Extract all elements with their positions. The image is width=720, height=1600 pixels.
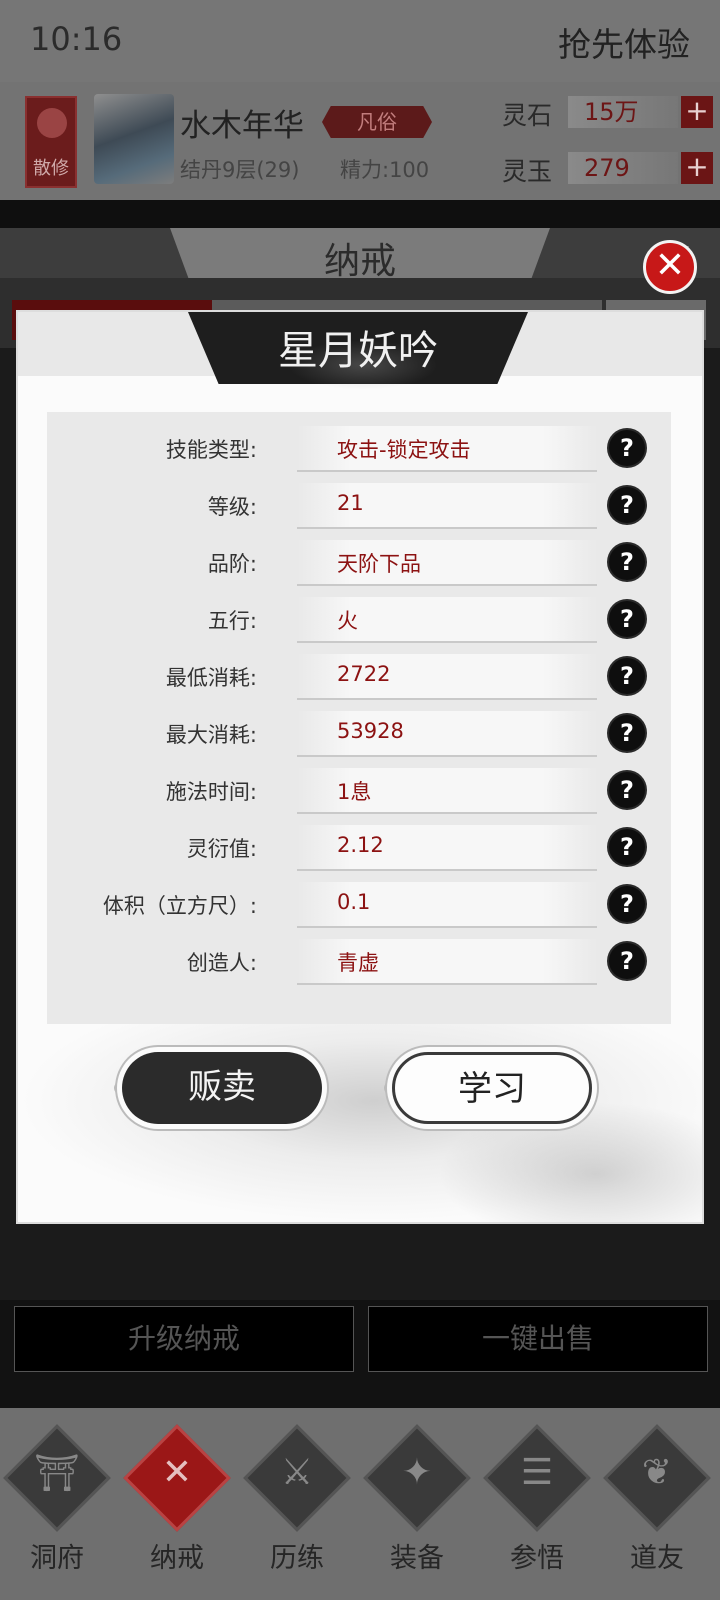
- property-value: 火: [337, 609, 358, 633]
- help-icon[interactable]: ?: [609, 943, 645, 979]
- property-value: 攻击-锁定攻击: [337, 438, 471, 462]
- help-icon[interactable]: ?: [609, 658, 645, 694]
- property-label: 施法时间:: [165, 780, 257, 804]
- help-icon[interactable]: ?: [609, 487, 645, 523]
- upgrade-ring-button[interactable]: 升级纳戒: [14, 1306, 354, 1372]
- ring-header: 纳戒 筛: [0, 228, 720, 290]
- nav-item-comprehend[interactable]: ☰ 参悟: [482, 1424, 592, 1580]
- nav-glyph: ✕: [161, 1452, 193, 1493]
- sell-all-button[interactable]: 一键出售: [368, 1306, 708, 1372]
- profile-bar: 散修 水木年华 凡俗 结丹9层(29) 精力:100 灵石 15万 + 灵玉 2…: [0, 82, 720, 200]
- energy-value: 精力:100: [340, 158, 430, 182]
- nav-glyph: ❦: [641, 1452, 673, 1493]
- property-label: 技能类型:: [165, 438, 257, 462]
- nav-item-equipment[interactable]: ✦ 装备: [362, 1424, 472, 1580]
- nav-glyph: ✦: [401, 1452, 433, 1493]
- property-row-spirit-value: 灵衍值: 2.12 ?: [47, 819, 671, 876]
- property-label: 五行:: [207, 609, 257, 633]
- help-icon[interactable]: ?: [609, 829, 645, 865]
- bottom-nav: ⛩ 洞府 ✕ 纳戒 ⚔ 历练 ✦ 装备 ☰ 参悟 ❦ 道友: [0, 1408, 720, 1600]
- skill-detail-modal: 星月妖吟 技能类型: 攻击-锁定攻击 ? 等级: 21 ? 品阶: 天阶下品 ?…: [18, 312, 702, 1222]
- help-icon[interactable]: ?: [609, 715, 645, 751]
- property-label: 最低消耗:: [165, 666, 257, 690]
- property-row-volume: 体积（立方尺）: 0.1 ?: [47, 876, 671, 933]
- nav-glyph: ☰: [520, 1452, 554, 1493]
- help-icon[interactable]: ?: [609, 886, 645, 922]
- property-value: 53928: [337, 719, 404, 743]
- property-value: 1息: [337, 780, 372, 804]
- property-label: 创造人:: [186, 951, 257, 975]
- player-name: 水木年华: [180, 108, 304, 144]
- property-value: 天阶下品: [337, 552, 421, 576]
- property-value: 2722: [337, 662, 391, 686]
- property-row-skill-type: 技能类型: 攻击-锁定攻击 ?: [47, 420, 671, 477]
- property-row-cast-time: 施法时间: 1息 ?: [47, 762, 671, 819]
- nav-item-training[interactable]: ⚔ 历练: [242, 1424, 352, 1580]
- close-button[interactable]: ✕: [643, 240, 697, 294]
- property-label: 等级:: [207, 495, 257, 519]
- early-access-label[interactable]: 抢先体验: [558, 18, 690, 66]
- properties-panel: 技能类型: 攻击-锁定攻击 ? 等级: 21 ? 品阶: 天阶下品 ? 五行: …: [47, 412, 671, 1024]
- learn-button[interactable]: 学习: [392, 1052, 592, 1124]
- nav-glyph: ⚔: [280, 1452, 314, 1493]
- add-spirit-jade-button[interactable]: +: [681, 152, 713, 184]
- nav-label: 装备: [390, 1543, 444, 1574]
- help-icon[interactable]: ?: [609, 544, 645, 580]
- property-value: 0.1: [337, 890, 371, 914]
- divider: [0, 200, 720, 228]
- avatar[interactable]: [94, 94, 174, 184]
- spirit-stone-value: 15万: [568, 96, 678, 128]
- status-time: 10:16: [30, 20, 123, 58]
- spirit-jade-value: 279: [568, 152, 678, 184]
- add-spirit-stone-button[interactable]: +: [681, 96, 713, 128]
- bottom-actions: 升级纳戒 一键出售: [0, 1300, 720, 1408]
- lotus-icon: [37, 108, 67, 138]
- property-row-max-cost: 最大消耗: 53928 ?: [47, 705, 671, 762]
- nav-label: 历练: [270, 1543, 324, 1574]
- property-row-creator: 创造人: 青虚 ?: [47, 933, 671, 990]
- nav-item-cave[interactable]: ⛩ 洞府: [2, 1424, 112, 1580]
- property-label: 最大消耗:: [165, 723, 257, 747]
- spirit-stone-label: 灵石: [502, 101, 553, 130]
- nav-label: 参悟: [510, 1543, 564, 1574]
- property-row-grade: 品阶: 天阶下品 ?: [47, 534, 671, 591]
- spirit-jade-label: 灵玉: [502, 157, 553, 186]
- nav-label: 洞府: [30, 1543, 84, 1574]
- sect-badge[interactable]: 散修: [25, 96, 77, 188]
- ring-title: 纳戒: [323, 241, 396, 282]
- nav-label: 纳戒: [150, 1543, 204, 1574]
- property-label: 体积（立方尺）:: [102, 894, 257, 918]
- realm-level: 结丹9层(29): [180, 158, 300, 182]
- nav-glyph: ⛩: [34, 1453, 80, 1494]
- help-icon[interactable]: ?: [609, 430, 645, 466]
- property-value: 21: [337, 491, 364, 515]
- sect-label: 散修: [33, 158, 69, 179]
- property-label: 灵衍值:: [186, 837, 257, 861]
- nav-item-friends[interactable]: ❦ 道友: [602, 1424, 712, 1580]
- help-icon[interactable]: ?: [609, 772, 645, 808]
- help-icon[interactable]: ?: [609, 601, 645, 637]
- rank-tag: 凡俗: [322, 106, 432, 138]
- sell-button[interactable]: 贩卖: [122, 1052, 322, 1124]
- property-row-level: 等级: 21 ?: [47, 477, 671, 534]
- property-value: 2.12: [337, 833, 384, 857]
- nav-item-ring[interactable]: ✕ 纳戒: [122, 1424, 232, 1580]
- property-row-element: 五行: 火 ?: [47, 591, 671, 648]
- status-bar: 10:16 抢先体验: [0, 0, 720, 82]
- property-label: 品阶:: [207, 552, 257, 576]
- property-value: 青虚: [337, 951, 379, 975]
- property-row-min-cost: 最低消耗: 2722 ?: [47, 648, 671, 705]
- modal-title: 星月妖吟: [278, 328, 438, 374]
- nav-label: 道友: [630, 1543, 684, 1574]
